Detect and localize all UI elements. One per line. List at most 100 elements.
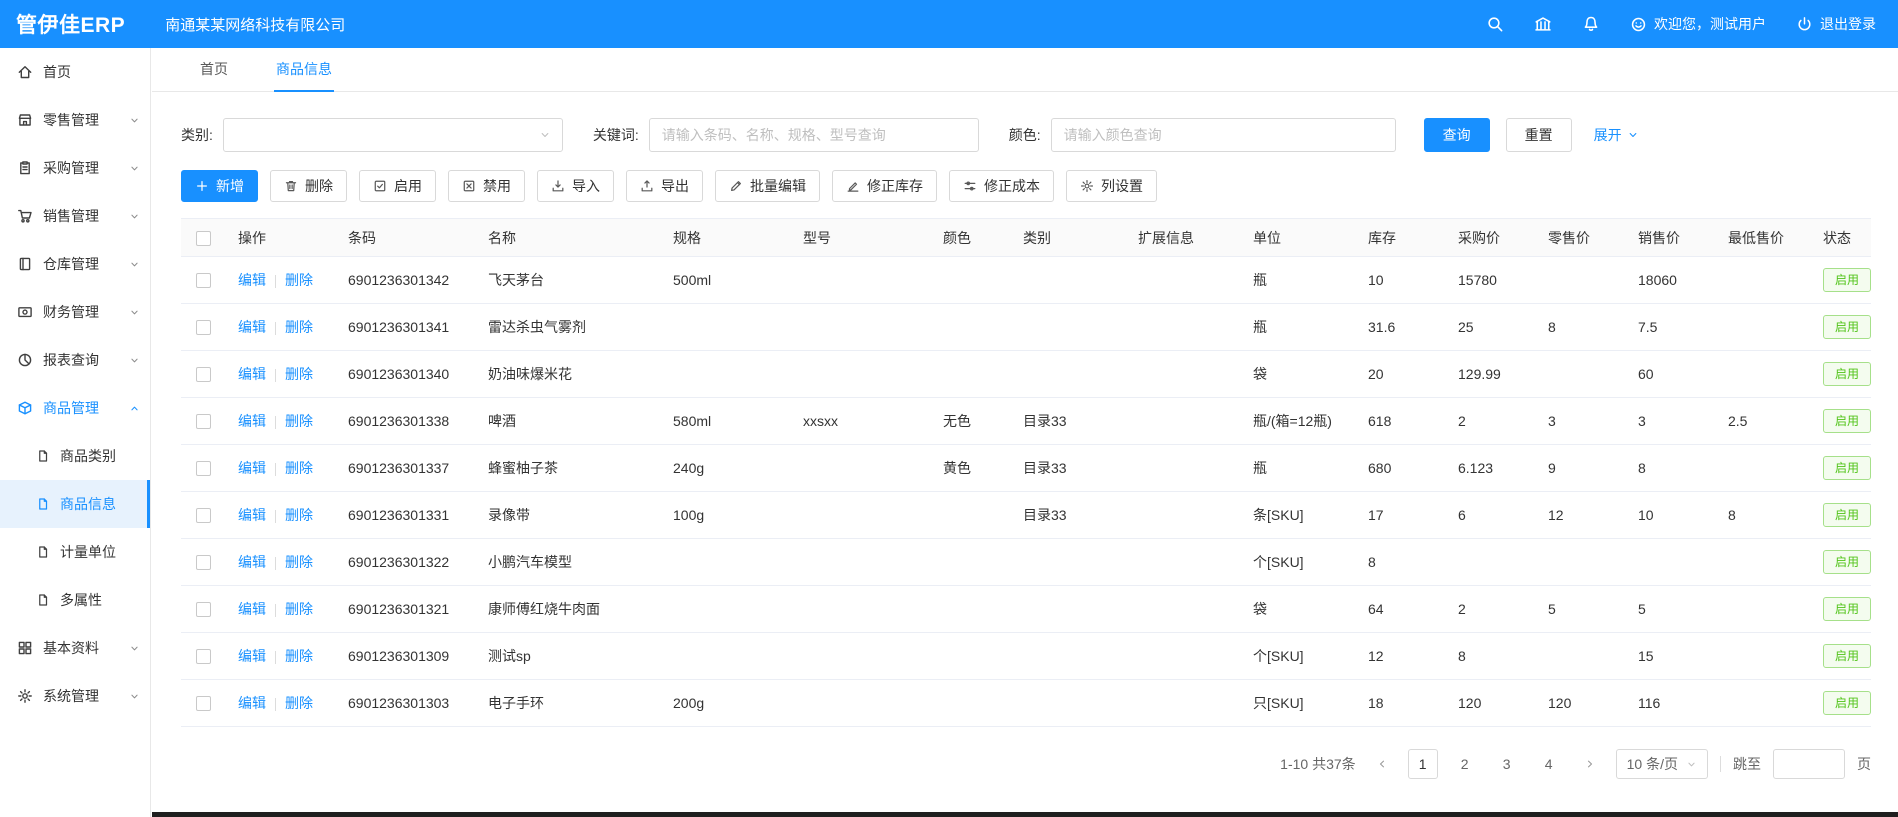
- sidebar-item-purchase[interactable]: 采购管理: [0, 144, 150, 192]
- delete-link[interactable]: 删除: [285, 460, 313, 476]
- status-badge[interactable]: 启用: [1823, 409, 1871, 433]
- col-header-purchase-price: 采购价: [1446, 219, 1536, 257]
- sidebar-item-product-category[interactable]: 商品类别: [0, 432, 150, 480]
- sidebar-item-retail[interactable]: 零售管理: [0, 96, 150, 144]
- sidebar-item-sales[interactable]: 销售管理: [0, 192, 150, 240]
- delete-link[interactable]: 删除: [285, 507, 313, 523]
- document-icon: [36, 497, 50, 511]
- sidebar-item-warehouse[interactable]: 仓库管理: [0, 240, 150, 288]
- fix-stock-button[interactable]: 修正库存: [832, 170, 937, 202]
- gear-icon: [17, 688, 33, 704]
- logout-button[interactable]: 退出登录: [1796, 14, 1876, 34]
- row-checkbox[interactable]: [196, 508, 211, 523]
- enable-button[interactable]: 启用: [359, 170, 436, 202]
- delete-link[interactable]: 删除: [285, 648, 313, 664]
- search-icon[interactable]: [1486, 15, 1504, 33]
- disable-button[interactable]: 禁用: [448, 170, 525, 202]
- status-badge[interactable]: 启用: [1823, 644, 1871, 668]
- edit-link[interactable]: 编辑: [238, 460, 266, 476]
- expand-link[interactable]: 展开: [1594, 125, 1639, 145]
- add-button[interactable]: 新增: [181, 170, 258, 202]
- status-badge[interactable]: 启用: [1823, 315, 1871, 339]
- reset-button[interactable]: 重置: [1506, 118, 1572, 152]
- welcome-user[interactable]: 欢迎您，测试用户: [1630, 14, 1766, 34]
- sidebar-item-system[interactable]: 系统管理: [0, 672, 150, 720]
- page-number-4[interactable]: 4: [1534, 749, 1564, 779]
- status-badge[interactable]: 启用: [1823, 691, 1871, 715]
- cell-ext-info: [1126, 257, 1241, 304]
- row-checkbox[interactable]: [196, 649, 211, 664]
- status-badge[interactable]: 启用: [1823, 362, 1871, 386]
- delete-link[interactable]: 删除: [285, 366, 313, 382]
- sidebar-item-home[interactable]: 首页: [0, 48, 150, 96]
- edit-link[interactable]: 编辑: [238, 695, 266, 711]
- tab-home[interactable]: 首页: [198, 48, 230, 92]
- edit-link[interactable]: 编辑: [238, 601, 266, 617]
- edit-link[interactable]: 编辑: [238, 413, 266, 429]
- category-select[interactable]: [223, 118, 563, 152]
- jump-page-input[interactable]: [1773, 749, 1845, 779]
- row-checkbox[interactable]: [196, 367, 211, 382]
- status-badge[interactable]: 启用: [1823, 597, 1871, 621]
- status-badge[interactable]: 启用: [1823, 550, 1871, 574]
- row-checkbox[interactable]: [196, 602, 211, 617]
- page-number-2[interactable]: 2: [1450, 749, 1480, 779]
- sidebar-item-label: 采购管理: [43, 158, 99, 178]
- link-separator: [275, 557, 276, 570]
- delete-link[interactable]: 删除: [285, 695, 313, 711]
- table-row: 编辑删除 6901236301340 奶油味爆米花 袋 20 129.99: [181, 351, 1871, 398]
- row-checkbox[interactable]: [196, 273, 211, 288]
- row-checkbox[interactable]: [196, 461, 211, 476]
- app-logo[interactable]: 管伊佳ERP: [16, 9, 125, 39]
- sidebar-item-multi-attribute[interactable]: 多属性: [0, 576, 150, 624]
- page-size-select[interactable]: 10 条/页: [1616, 749, 1708, 779]
- row-checkbox[interactable]: [196, 696, 211, 711]
- status-badge[interactable]: 启用: [1823, 268, 1871, 292]
- export-button[interactable]: 导出: [626, 170, 703, 202]
- sidebar-item-basic-data[interactable]: 基本资料: [0, 624, 150, 672]
- edit-link[interactable]: 编辑: [238, 554, 266, 570]
- edit-link[interactable]: 编辑: [238, 507, 266, 523]
- next-page-button[interactable]: [1576, 749, 1604, 779]
- edit-link[interactable]: 编辑: [238, 366, 266, 382]
- page-number-1[interactable]: 1: [1408, 749, 1438, 779]
- sidebar-item-measure-unit[interactable]: 计量单位: [0, 528, 150, 576]
- row-checkbox[interactable]: [196, 320, 211, 335]
- status-badge[interactable]: 启用: [1823, 456, 1871, 480]
- keyword-input[interactable]: [649, 118, 979, 152]
- col-header-sale-price: 销售价: [1626, 219, 1716, 257]
- fix-cost-button[interactable]: 修正成本: [949, 170, 1054, 202]
- color-input[interactable]: [1051, 118, 1396, 152]
- delete-link[interactable]: 删除: [285, 413, 313, 429]
- bell-icon[interactable]: [1582, 15, 1600, 33]
- bank-icon[interactable]: [1534, 15, 1552, 33]
- delete-link[interactable]: 删除: [285, 319, 313, 335]
- row-checkbox[interactable]: [196, 555, 211, 570]
- search-button[interactable]: 查询: [1424, 118, 1490, 152]
- edit-link[interactable]: 编辑: [238, 272, 266, 288]
- sidebar: 首页 零售管理 采购管理 销售管理 仓库管理 财务管理 报表查询 商品管理: [0, 48, 151, 817]
- row-checkbox[interactable]: [196, 414, 211, 429]
- table-row: 编辑删除 6901236301322 小鹏汽车模型 个[SKU] 8: [181, 539, 1871, 586]
- sidebar-item-finance[interactable]: 财务管理: [0, 288, 150, 336]
- cell-spec: [661, 586, 791, 633]
- sidebar-item-product-info[interactable]: 商品信息: [0, 480, 150, 528]
- status-badge[interactable]: 启用: [1823, 503, 1871, 527]
- column-settings-button[interactable]: 列设置: [1066, 170, 1157, 202]
- delete-link[interactable]: 删除: [285, 601, 313, 617]
- sidebar-item-reports[interactable]: 报表查询: [0, 336, 150, 384]
- sidebar-item-product-management[interactable]: 商品管理: [0, 384, 150, 432]
- prev-page-button[interactable]: [1368, 749, 1396, 779]
- expand-label: 展开: [1594, 125, 1622, 145]
- select-all-checkbox[interactable]: [196, 231, 211, 246]
- import-button[interactable]: 导入: [537, 170, 614, 202]
- batch-edit-button[interactable]: 批量编辑: [715, 170, 820, 202]
- tab-product-info[interactable]: 商品信息: [274, 48, 334, 92]
- page-number-3[interactable]: 3: [1492, 749, 1522, 779]
- delete-link[interactable]: 删除: [285, 272, 313, 288]
- edit-link[interactable]: 编辑: [238, 648, 266, 664]
- chevron-down-icon: [1627, 129, 1639, 141]
- delete-link[interactable]: 删除: [285, 554, 313, 570]
- delete-button[interactable]: 删除: [270, 170, 347, 202]
- edit-link[interactable]: 编辑: [238, 319, 266, 335]
